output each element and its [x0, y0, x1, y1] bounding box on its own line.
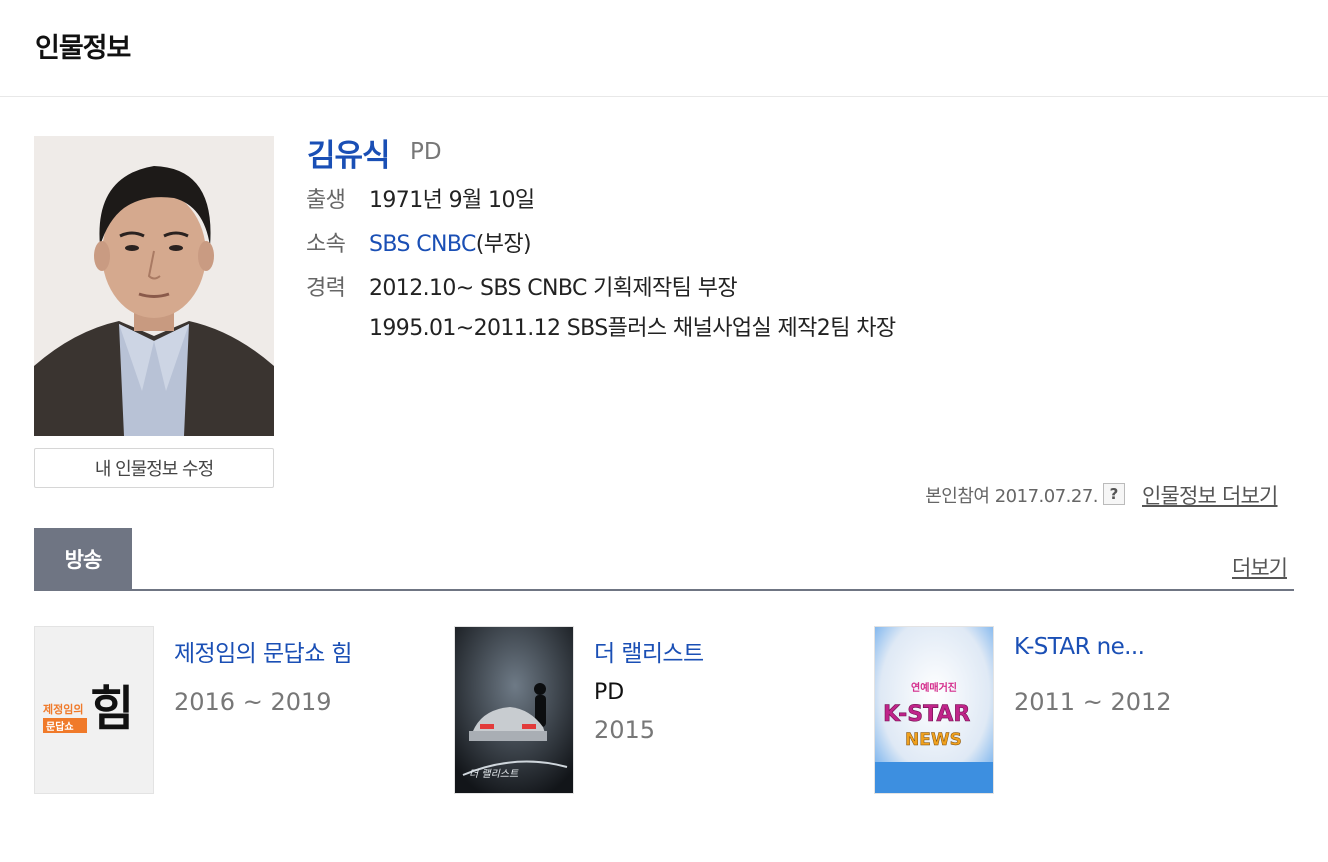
show-years: 2011 ~ 2012 — [1014, 688, 1172, 716]
affiliation-link[interactable]: SBS CNBC — [369, 232, 476, 257]
affiliation-label: 소속 — [306, 232, 346, 257]
birth-label: 출생 — [306, 188, 346, 213]
self-participation-note: 본인참여 2017.07.27. — [925, 486, 1098, 507]
show-poster[interactable]: 제정임의 문답쇼 힘 — [34, 626, 154, 794]
career-item: 2012.10~ SBS CNBC 기획제작팀 부장 — [369, 276, 738, 301]
birth-value: 1971년 9월 10일 — [369, 188, 535, 213]
poster-subtitle: NEWS — [905, 730, 962, 750]
poster-title: 더 랠리스트 — [469, 768, 519, 780]
show-title[interactable]: 더 랠리스트 — [594, 634, 704, 668]
page-title: 인물정보 — [35, 33, 131, 64]
page-header: 인물정보 — [0, 0, 1328, 97]
poster-title: 힘 — [90, 681, 134, 737]
tab-broadcast[interactable]: 방송 — [34, 528, 132, 590]
affiliation-suffix: (부장) — [475, 232, 532, 257]
show-title[interactable]: 제정임의 문답쇼 힘 — [174, 634, 353, 668]
poster-title: K-STAR — [883, 702, 970, 727]
edit-profile-button[interactable]: 내 인물정보 수정 — [34, 448, 274, 488]
show-years: 2016 ~ 2019 — [174, 688, 332, 716]
career-item: 1995.01~2011.12 SBS플러스 채널사업실 제작2팀 차장 — [369, 316, 896, 341]
career-label: 경력 — [306, 276, 346, 301]
person-job: PD — [410, 139, 442, 165]
poster-subtitle: 문답쇼 — [46, 721, 74, 733]
more-profile-link[interactable]: 인물정보 더보기 — [1142, 480, 1278, 510]
tab-underline — [34, 589, 1294, 591]
show-role: PD — [594, 680, 625, 705]
show-poster[interactable]: 연예매거진 K-STAR NEWS — [874, 626, 994, 794]
career-row: 경력 — [306, 270, 369, 302]
show-title[interactable]: K-STAR ne... — [1014, 634, 1145, 660]
poster-top-text: 연예매거진 — [911, 681, 957, 694]
show-years: 2015 — [594, 716, 656, 744]
more-broadcast-link[interactable]: 더보기 — [1232, 552, 1288, 582]
person-name[interactable]: 김유식 — [307, 130, 391, 175]
show-poster[interactable]: 더 랠리스트 — [454, 626, 574, 794]
help-icon[interactable]: ? — [1103, 483, 1125, 505]
affiliation-row: 소속 SBS CNBC(부장) — [306, 226, 532, 258]
poster-subtitle: 제정임의 — [43, 702, 83, 716]
profile-photo — [34, 136, 274, 436]
birth-row: 출생 1971년 9월 10일 — [306, 182, 535, 214]
